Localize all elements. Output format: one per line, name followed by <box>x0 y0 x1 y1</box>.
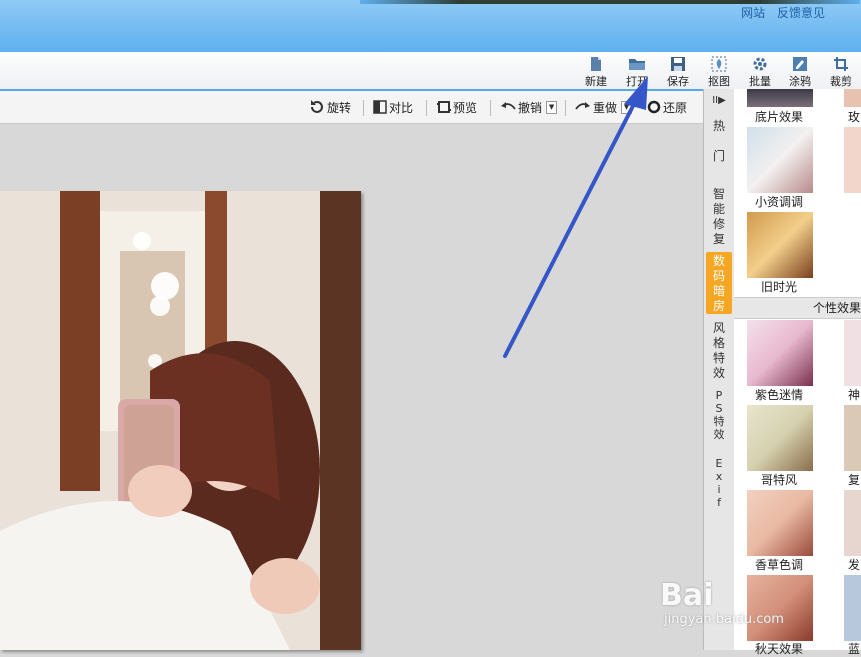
undo-icon <box>501 102 516 110</box>
edited-photo[interactable] <box>0 191 361 650</box>
restore-label: 还原 <box>663 100 688 115</box>
cutout-button-label: 抠图 <box>708 75 730 88</box>
edit-toolbar: 旋转 对比 预览 撤销 ▼ 重做 ▼ 还原 <box>0 91 703 124</box>
redo-icon <box>575 102 590 110</box>
undo-label: 撤销 <box>518 100 543 115</box>
floppy-icon <box>671 57 685 71</box>
title-bar: 网站 反馈意见 <box>0 0 861 52</box>
collapse-panel-button[interactable]: II▶ <box>706 93 732 108</box>
main-toolbar: 新建 打开 保存 抠图 批量 涂鸦 裁剪 <box>0 52 861 91</box>
tab-exif[interactable]: E x i f <box>706 457 732 509</box>
compare-icon <box>373 100 387 114</box>
separator <box>363 100 364 116</box>
separator <box>490 100 491 116</box>
restore-icon <box>647 100 661 114</box>
effect-thumb[interactable] <box>747 575 813 641</box>
effect-label-partial: 复 <box>848 473 861 487</box>
restore-button[interactable]: 还原 <box>647 97 687 117</box>
tab-style-effects[interactable]: 风 格 特 效 <box>706 321 732 381</box>
effect-label: 旧时光 <box>760 280 797 294</box>
undo-button[interactable]: 撤销 ▼ <box>500 97 558 117</box>
effect-label-partial: 玫 <box>848 110 861 124</box>
site-link[interactable]: 网站 <box>741 6 765 20</box>
baidu-watermark-url: jingyan.baidu.com <box>664 612 784 627</box>
doodle-icon <box>793 57 807 71</box>
effect-label-partial: 蓝 <box>848 642 861 656</box>
separator <box>426 100 427 116</box>
section-header: 个性效果 <box>734 297 861 319</box>
effect-label-partial: 发 <box>848 558 861 572</box>
category-tabs: II▶ 热 门 智 能 修 复 数 码 暗 房 风 格 特 效 P S 特 效 … <box>703 89 735 650</box>
cutout-icon <box>711 56 727 72</box>
batch-button[interactable]: 批量 <box>740 56 780 88</box>
effect-label: 紫色迷情 <box>754 388 803 402</box>
effect-thumb[interactable] <box>747 127 813 193</box>
redo-label: 重做 <box>593 100 618 115</box>
rotate-label: 旋转 <box>327 100 352 115</box>
effect-label-partial: 神 <box>848 388 861 402</box>
save-button[interactable]: 保存 <box>658 56 698 88</box>
redo-button[interactable]: 重做 ▼ <box>575 97 633 117</box>
crop-icon <box>834 57 848 71</box>
compare-button[interactable]: 对比 <box>373 97 413 117</box>
photo-image <box>0 191 361 650</box>
preview-label: 预览 <box>453 100 478 115</box>
separator <box>565 100 566 116</box>
open-button-label: 打开 <box>626 75 648 88</box>
effect-label: 哥特风 <box>760 473 797 487</box>
effect-label: 小资调调 <box>754 195 803 209</box>
rotate-button[interactable]: 旋转 <box>309 97 351 117</box>
effect-thumb[interactable] <box>747 89 813 107</box>
rotate-icon <box>311 100 323 113</box>
gear-icon <box>753 57 767 71</box>
crop-button-label: 裁剪 <box>830 75 852 88</box>
effect-thumb-partial[interactable] <box>844 320 861 386</box>
effect-thumb[interactable] <box>747 405 813 471</box>
effect-thumb-partial[interactable] <box>844 127 861 193</box>
new-button[interactable]: 新建 <box>576 56 616 88</box>
open-button[interactable]: 打开 <box>617 56 657 88</box>
effect-label: 香草色调 <box>754 558 803 572</box>
doodle-button-label: 涂鸦 <box>789 75 811 88</box>
effects-panel: 底片效果 玫 小资调调 旧时光 个性效果 紫色迷情 神 哥特风 复 香草色调 发… <box>734 89 861 656</box>
effect-thumb-partial[interactable] <box>844 405 861 471</box>
tab-hot[interactable]: 热 门 <box>706 119 732 164</box>
save-button-label: 保存 <box>667 75 689 88</box>
preview-icon <box>437 101 451 113</box>
preview-button[interactable]: 预览 <box>437 97 477 117</box>
effect-label: 底片效果 <box>754 110 803 124</box>
effect-thumb-partial[interactable] <box>844 89 861 107</box>
effect-thumb[interactable] <box>747 490 813 556</box>
effect-label: 秋天效果 <box>754 642 803 656</box>
new-button-label: 新建 <box>585 75 607 88</box>
doodle-button[interactable]: 涂鸦 <box>780 56 820 88</box>
feedback-link[interactable]: 反馈意见 <box>777 6 825 20</box>
effect-thumb[interactable] <box>747 212 813 278</box>
effect-thumb[interactable] <box>747 320 813 386</box>
cutout-button[interactable]: 抠图 <box>699 56 739 88</box>
folder-icon <box>629 59 645 70</box>
tab-ps-effects[interactable]: P S 特 效 <box>706 389 732 441</box>
new-file-icon <box>591 57 601 71</box>
crop-button[interactable]: 裁剪 <box>821 56 861 88</box>
effect-thumb-partial[interactable] <box>844 575 861 641</box>
effect-thumb-partial[interactable] <box>844 490 861 556</box>
redo-dropdown-chevron-icon[interactable]: ▼ <box>621 100 633 114</box>
baidu-watermark: Bai <box>660 578 714 613</box>
title-links: 网站 反馈意见 <box>733 4 825 21</box>
undo-dropdown-chevron-icon[interactable]: ▼ <box>546 100 558 114</box>
batch-button-label: 批量 <box>749 75 771 88</box>
compare-label: 对比 <box>389 100 414 115</box>
tab-smart-fix[interactable]: 智 能 修 复 <box>706 187 732 247</box>
tab-digital-darkroom[interactable]: 数 码 暗 房 <box>706 252 732 314</box>
